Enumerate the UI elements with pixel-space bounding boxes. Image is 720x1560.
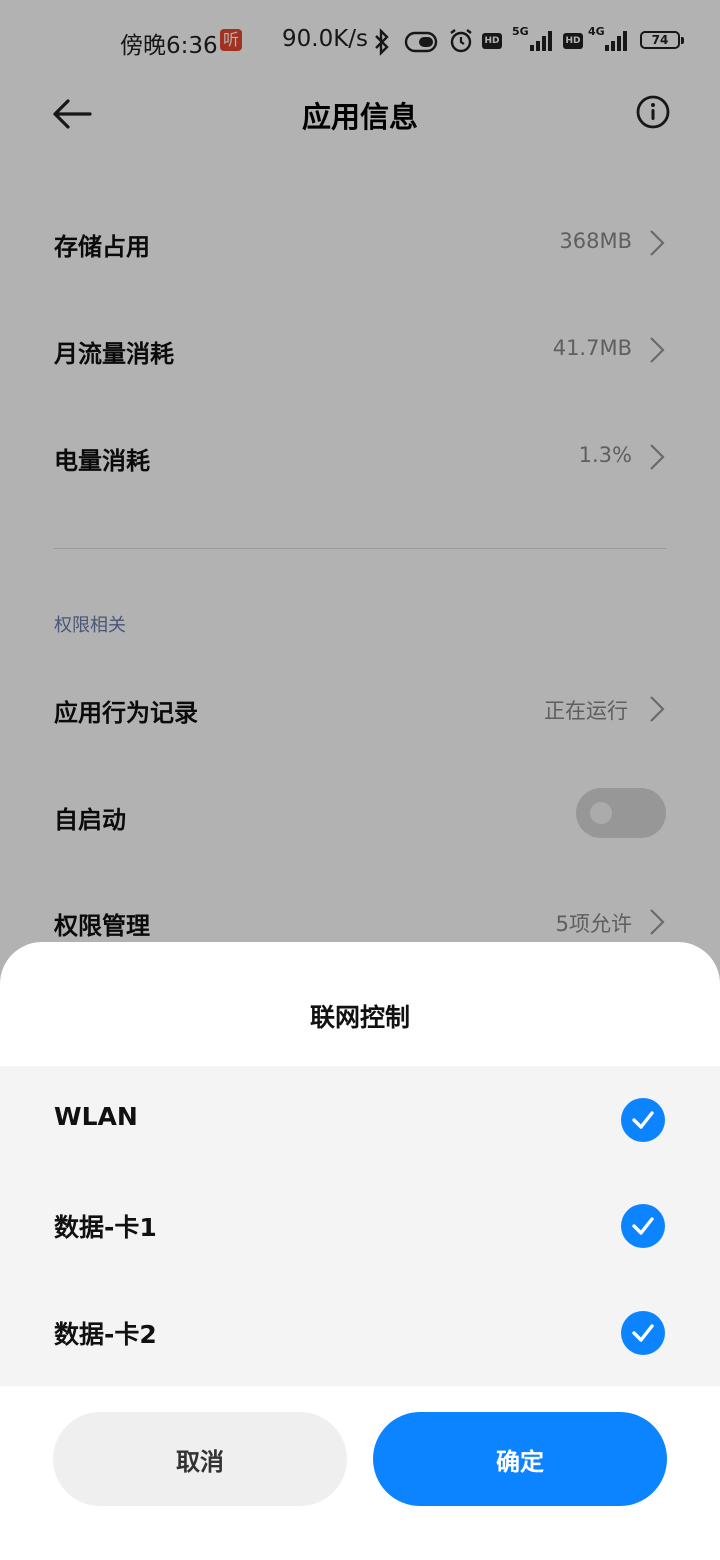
checkbox-checked[interactable] — [621, 1098, 665, 1142]
option-label: 数据-卡1 — [54, 1213, 157, 1242]
option-data-sim2[interactable]: 数据-卡2 — [0, 1279, 720, 1385]
option-wlan[interactable]: WLAN — [0, 1066, 720, 1172]
checkbox-checked[interactable] — [621, 1311, 665, 1355]
option-label: 数据-卡2 — [54, 1320, 157, 1349]
checkbox-checked[interactable] — [621, 1204, 665, 1248]
check-icon — [632, 1217, 654, 1235]
dialog-title: 联网控制 — [309, 1003, 410, 1032]
option-list: WLAN 数据-卡1 数据-卡2 — [0, 1066, 720, 1386]
network-control-dialog: 联网控制 WLAN 数据-卡1 数据-卡2 取消 确定 — [0, 942, 720, 1560]
option-label: WLAN — [54, 1102, 138, 1131]
check-icon — [632, 1324, 654, 1342]
confirm-button[interactable]: 确定 — [373, 1412, 667, 1506]
option-data-sim1[interactable]: 数据-卡1 — [0, 1172, 720, 1278]
check-icon — [632, 1111, 654, 1129]
cancel-button[interactable]: 取消 — [53, 1412, 347, 1506]
